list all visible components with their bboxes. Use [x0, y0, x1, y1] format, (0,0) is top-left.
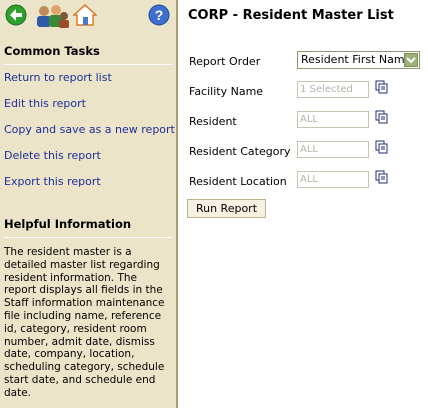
svg-text:?: ? — [155, 7, 164, 23]
picker-icon[interactable] — [375, 140, 389, 154]
main-panel: CORP - Resident Master List Report Order… — [180, 0, 428, 408]
toolbar: ? — [0, 0, 176, 30]
facility-name-label: Facility Name — [189, 85, 264, 98]
resident-field[interactable]: ALL — [297, 111, 369, 128]
return-to-report-list-link[interactable]: Return to report list — [4, 71, 112, 84]
resident-location-field[interactable]: ALL — [297, 171, 369, 188]
sidebar: ? Common Tasks Return to report list Edi… — [0, 0, 178, 408]
users-icon[interactable] — [34, 4, 70, 28]
home-icon[interactable] — [73, 4, 97, 26]
common-tasks-title: Common Tasks — [4, 30, 172, 65]
task-item: Return to report list — [4, 71, 176, 97]
resident-location-label: Resident Location — [189, 175, 287, 188]
copy-save-new-report-link[interactable]: Copy and save as a new report — [4, 123, 175, 136]
resident-category-label: Resident Category — [189, 145, 291, 158]
task-item: Edit this report — [4, 97, 176, 123]
chevron-down-icon[interactable] — [404, 53, 418, 67]
resident-category-field[interactable]: ALL — [297, 141, 369, 158]
helpful-information-title: Helpful Information — [4, 201, 172, 238]
task-item: Copy and save as a new report — [4, 123, 176, 149]
help-icon[interactable]: ? — [148, 4, 170, 26]
resident-label: Resident — [189, 115, 237, 128]
report-order-value: Resident First Name — [301, 53, 412, 66]
edit-report-link[interactable]: Edit this report — [4, 97, 86, 110]
helpful-information-text: The resident master is a detailed master… — [4, 246, 165, 399]
task-list: Return to report list Edit this report C… — [0, 65, 176, 201]
task-item: Export this report — [4, 175, 176, 201]
delete-report-link[interactable]: Delete this report — [4, 149, 101, 162]
report-order-label: Report Order — [189, 55, 261, 68]
picker-icon[interactable] — [375, 110, 389, 124]
picker-icon[interactable] — [375, 170, 389, 184]
page-title: CORP - Resident Master List — [188, 8, 394, 23]
task-item: Delete this report — [4, 149, 176, 175]
facility-name-field[interactable]: 1 Selected — [297, 81, 369, 98]
picker-icon[interactable] — [375, 80, 389, 94]
report-order-select[interactable]: Resident First Name — [297, 51, 420, 69]
export-report-link[interactable]: Export this report — [4, 175, 101, 188]
back-icon[interactable] — [5, 4, 27, 26]
run-report-button[interactable]: Run Report — [187, 199, 266, 218]
